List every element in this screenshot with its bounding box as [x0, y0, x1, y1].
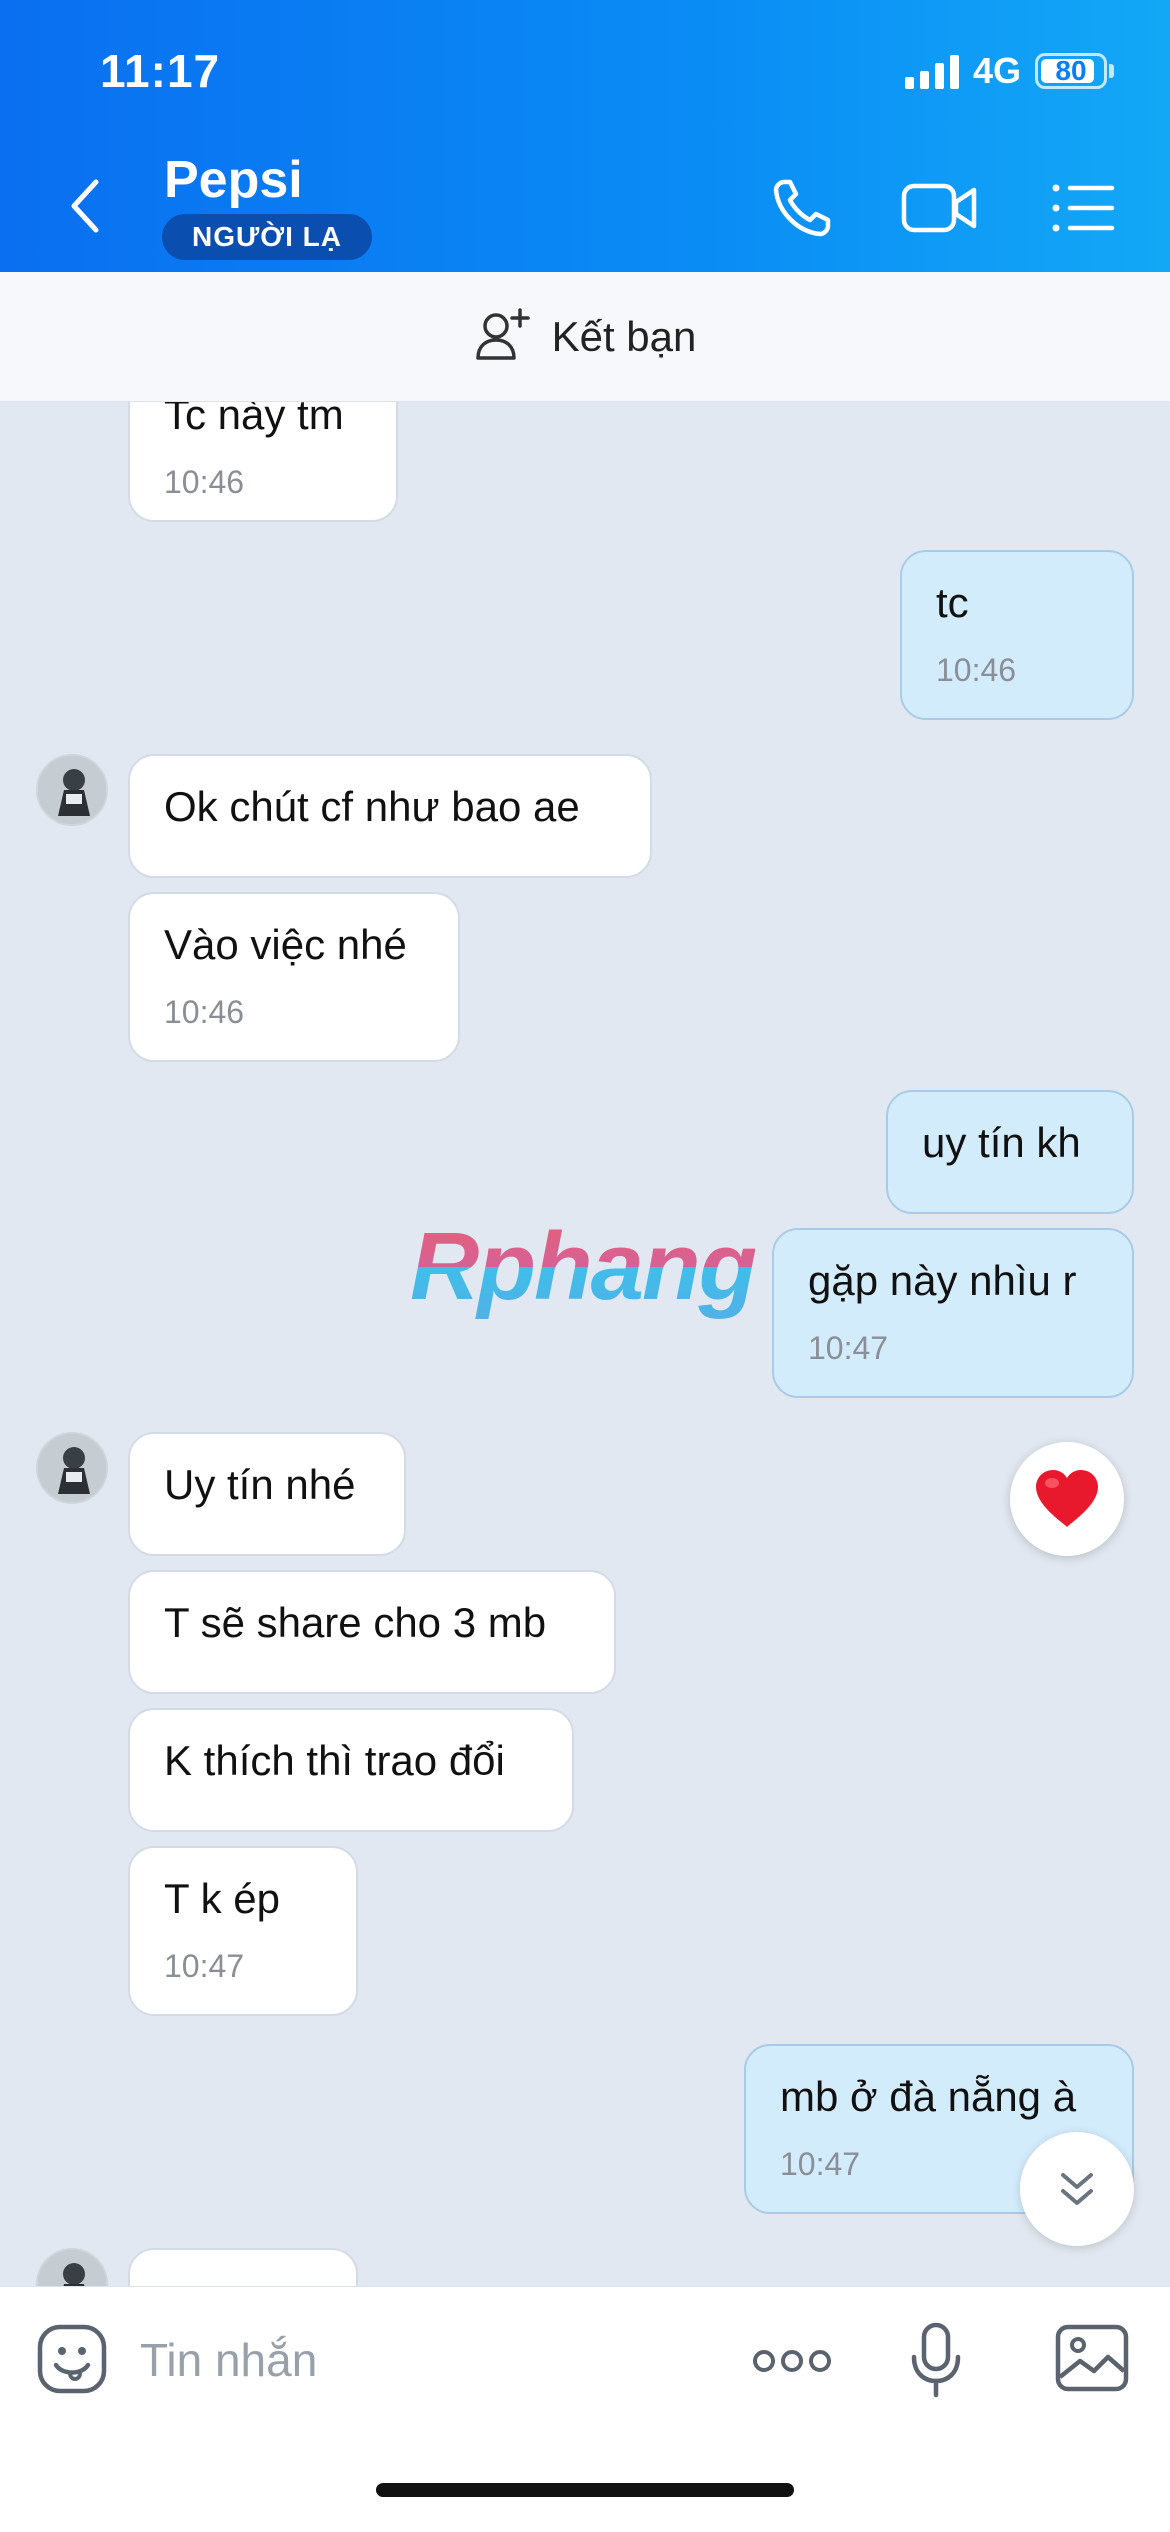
- scroll-to-bottom-icon[interactable]: [1020, 2132, 1134, 2246]
- phone-icon[interactable]: [766, 172, 838, 244]
- add-user-icon: [474, 306, 534, 367]
- emoji-icon[interactable]: [36, 2323, 108, 2395]
- composer-bar: [0, 2286, 1170, 2532]
- network-type: 4G: [972, 50, 1021, 91]
- message-list[interactable]: Tc này tm 10:46 tc 10:46 Ok chút cf như …: [0, 402, 1170, 2286]
- watermark: Rphang: [410, 1213, 757, 1320]
- message-bubble-outgoing[interactable]: gặp này nhìu r 10:47: [772, 1228, 1134, 1398]
- add-friend-bar[interactable]: Kết bạn: [0, 272, 1170, 402]
- more-icon[interactable]: [750, 2331, 834, 2391]
- message-bubble-incoming[interactable]: Uy tín nhé: [128, 1432, 406, 1556]
- menu-list-icon[interactable]: [1046, 172, 1118, 244]
- microphone-icon[interactable]: [906, 2321, 966, 2401]
- message-bubble-incoming[interactable]: [128, 2248, 358, 2286]
- avatar[interactable]: [36, 754, 108, 826]
- home-indicator[interactable]: [376, 2483, 794, 2497]
- battery-icon: 80: [1035, 53, 1107, 89]
- image-icon[interactable]: [1054, 2323, 1130, 2393]
- back-icon[interactable]: [58, 176, 118, 236]
- avatar[interactable]: [36, 2248, 108, 2286]
- stranger-badge: NGƯỜI LẠ: [162, 214, 372, 260]
- message-bubble-outgoing[interactable]: uy tín kh: [886, 1090, 1134, 1214]
- message-input[interactable]: [140, 2325, 700, 2395]
- avatar[interactable]: [36, 1432, 108, 1504]
- signal-icon: [904, 53, 959, 89]
- battery-level: 80: [1055, 55, 1087, 86]
- message-bubble-incoming[interactable]: Tc này tm 10:46: [128, 402, 398, 522]
- video-call-icon[interactable]: [900, 172, 980, 244]
- heart-reaction-icon[interactable]: [1010, 1442, 1124, 1556]
- message-bubble-incoming[interactable]: K thích thì trao đổi: [128, 1708, 574, 1832]
- chat-header: 11:17 4G 80 Pepsi NGƯỜI LẠ: [0, 0, 1170, 272]
- message-bubble-outgoing[interactable]: tc 10:46: [900, 550, 1134, 720]
- status-indicators: 4G 80: [904, 50, 1114, 92]
- status-time: 11:17: [100, 45, 221, 97]
- message-bubble-incoming[interactable]: T k ép 10:47: [128, 1846, 358, 2016]
- contact-name[interactable]: Pepsi: [164, 150, 303, 210]
- message-bubble-incoming[interactable]: Vào việc nhé 10:46: [128, 892, 460, 1062]
- message-bubble-incoming[interactable]: Ok chút cf như bao ae: [128, 754, 652, 878]
- add-friend-label: Kết bạn: [551, 312, 697, 360]
- message-bubble-incoming[interactable]: T sẽ share cho 3 mb: [128, 1570, 616, 1694]
